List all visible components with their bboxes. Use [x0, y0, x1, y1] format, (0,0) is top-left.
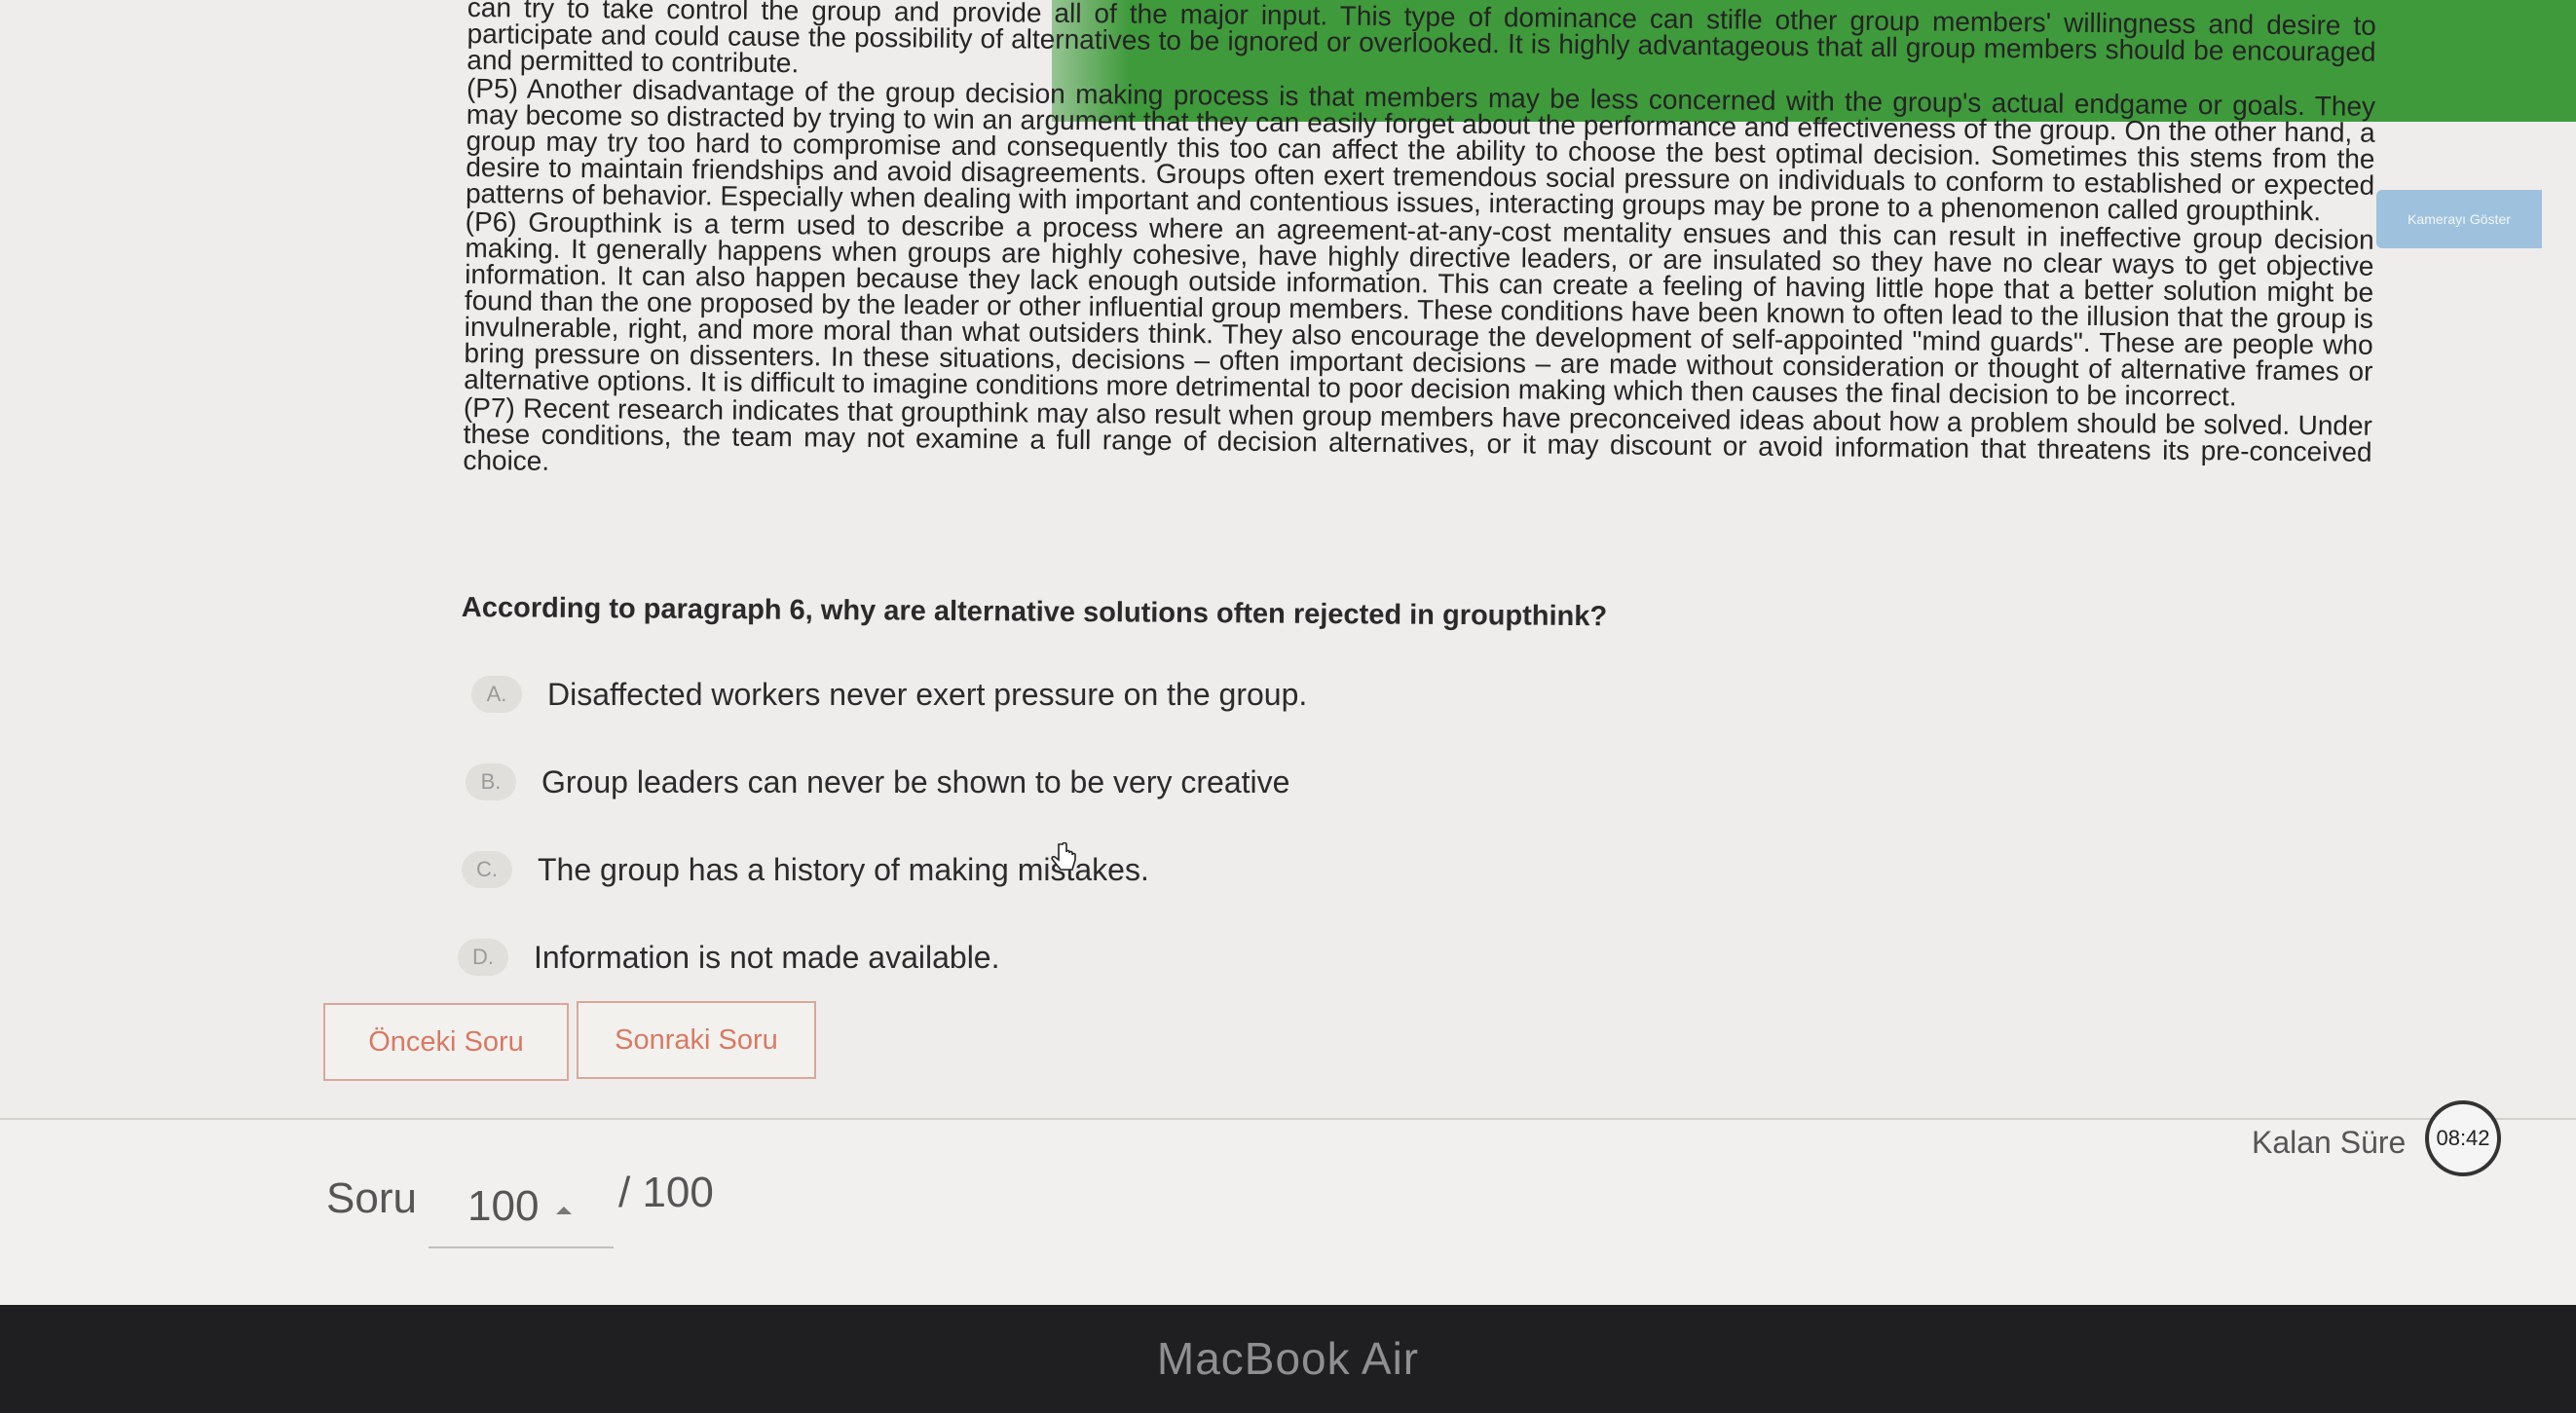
- current-question-number: 100: [467, 1182, 540, 1230]
- answer-options: A. Disaffected workers never exert press…: [458, 651, 1821, 1001]
- previous-question-button[interactable]: Önceki Soru: [323, 1003, 569, 1081]
- question-total: / 100: [618, 1169, 714, 1216]
- question-counter-label: Soru: [326, 1174, 417, 1222]
- option-text: Information is not made available.: [534, 939, 1000, 975]
- option-text: Group leaders can never be shown to be v…: [541, 763, 1290, 799]
- remaining-time-label: Kalan Süre: [2252, 1125, 2407, 1160]
- question-number-select[interactable]: 100: [429, 1167, 614, 1248]
- option-letter: D.: [458, 939, 508, 976]
- option-b[interactable]: B. Group leaders can never be shown to b…: [466, 738, 1821, 826]
- passage-paragraph: (P6) Groupthink is a term used to descri…: [464, 205, 2374, 412]
- option-letter: C.: [462, 851, 512, 888]
- option-letter: B.: [466, 763, 516, 800]
- option-text: Disaffected workers never exert pressure…: [547, 676, 1308, 712]
- question-text: According to paragraph 6, why are altern…: [461, 592, 1608, 633]
- option-c[interactable]: C. The group has a history of making mis…: [462, 826, 1821, 913]
- option-d[interactable]: D. Information is not made available.: [458, 913, 1821, 1001]
- reading-passage: can try to take control the group and pr…: [463, 0, 2376, 494]
- passage-paragraph: (P5) Another disadvantage of the group d…: [465, 72, 2376, 227]
- timer-display: 08:42: [2425, 1100, 2501, 1176]
- device-label: MacBook Air: [1156, 1333, 1420, 1384]
- next-question-button[interactable]: Sonraki Soru: [577, 1001, 816, 1079]
- show-camera-tab[interactable]: Kamerayı Göster: [2376, 190, 2542, 248]
- option-a[interactable]: A. Disaffected workers never exert press…: [471, 651, 1821, 738]
- passage-paragraph: (P7) Recent research indicates that grou…: [463, 391, 2372, 476]
- caret-up-icon: [556, 1207, 573, 1214]
- option-letter: A.: [471, 676, 522, 713]
- screen: Kamerayı Göster can try to take control …: [0, 0, 2576, 1305]
- hand-pointer-icon: [1051, 842, 1076, 871]
